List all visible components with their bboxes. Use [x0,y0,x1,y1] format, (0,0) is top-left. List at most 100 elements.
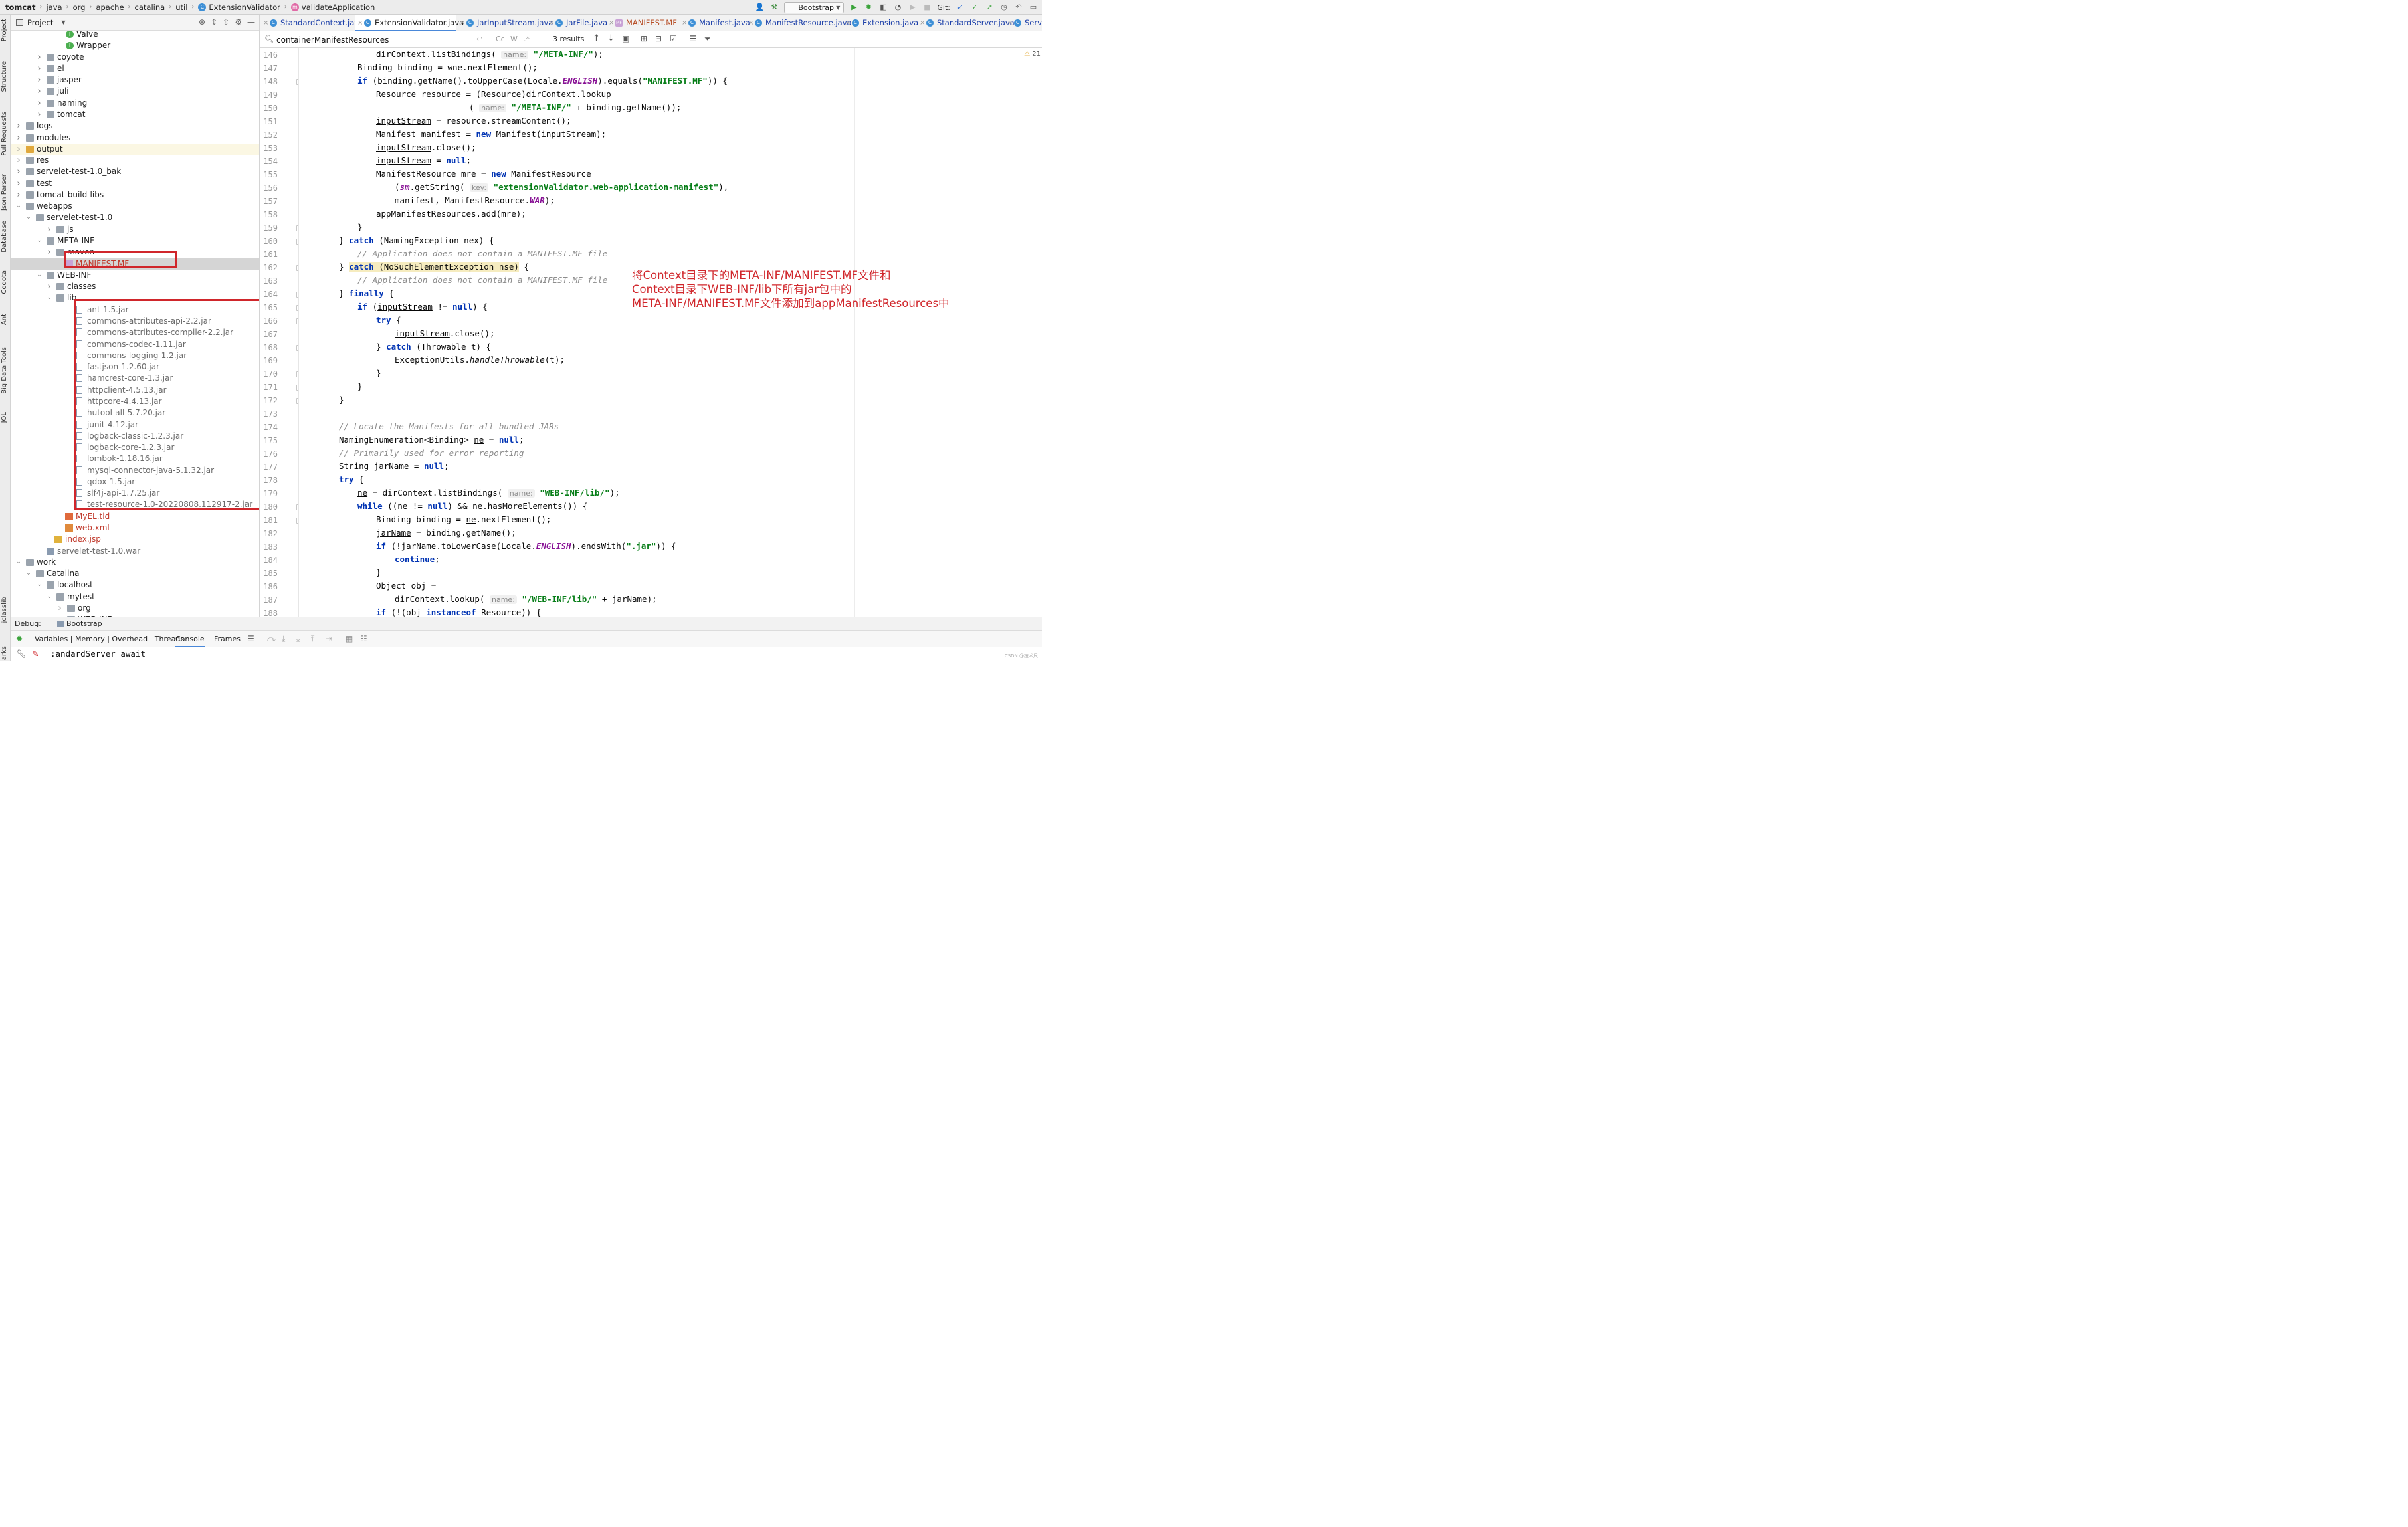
tree-item[interactable]: I Wrapper [11,40,259,51]
line-number[interactable]: 161 [260,248,278,261]
line-number[interactable]: 175 [260,434,278,447]
line-number[interactable]: 179 [260,487,278,500]
tree-item[interactable]: ⌄ servelet-test-1.0 [11,212,259,223]
clear-search-icon[interactable]: ↩ [476,35,482,43]
match-case-toggle[interactable]: Cc [496,35,505,43]
line-number[interactable]: 148 [260,75,278,88]
tree-item[interactable]: MANIFEST.MF [11,258,259,270]
build-hammer-icon[interactable]: ⚒ [769,3,779,12]
tree-item-jar[interactable]: slf4j-api-1.7.25.jar [11,488,259,499]
line-number[interactable]: 184 [260,554,278,567]
next-occurrence-icon[interactable]: ↓ [607,33,615,43]
line-number[interactable]: 154 [260,155,278,168]
line-number[interactable]: 156 [260,181,278,195]
user-icon[interactable]: 👤 [755,3,765,12]
step-over-icon[interactable]: ⤼ [267,634,276,644]
tree-item[interactable]: › res [11,155,259,166]
trace-icon[interactable]: ☷ [360,634,367,643]
tree-item[interactable]: › js [11,224,259,235]
tree-item[interactable]: MyEL.tld [11,511,259,522]
tree-item-jar[interactable]: qdox-1.5.jar [11,476,259,488]
line-number[interactable]: 187 [260,593,278,607]
line-number[interactable]: 186 [260,580,278,593]
chevron-right-icon[interactable]: › [36,98,43,109]
line-number[interactable]: 160 [260,235,278,248]
history-icon[interactable]: ◷ [999,3,1009,12]
tree-item-jar[interactable]: fastjson-1.2.60.jar [11,361,259,373]
close-icon[interactable]: × [682,15,687,31]
editor-tab[interactable]: × C Manifest.java [679,15,750,31]
line-number[interactable]: 153 [260,142,278,155]
project-panel-title[interactable]: Project [27,18,53,27]
tree-item-jar[interactable]: mysql-connector-java-5.1.32.jar [11,465,259,476]
tree-item-jar[interactable]: commons-codec-1.11.jar [11,339,259,350]
minimize-icon[interactable]: — [247,17,255,27]
tree-item[interactable]: › logs [11,120,259,132]
editor-tab[interactable]: × C Extension.java [843,15,918,31]
tool-tab-bookmarks[interactable]: arks [1,646,10,660]
remove-selection-icon[interactable]: ⊟ [655,34,662,43]
fold-marker-icon[interactable] [296,504,298,510]
line-number[interactable]: 147 [260,62,278,75]
fold-marker-icon[interactable] [296,292,298,298]
tool-tab-json-parser[interactable]: Json Parser [1,174,10,211]
search-input[interactable] [266,34,465,45]
profile-icon[interactable]: ◔ [893,3,902,12]
line-number[interactable]: 158 [260,208,278,221]
previous-occurrence-icon[interactable]: ↑ [593,33,600,43]
close-icon[interactable]: × [845,15,851,31]
coverage-icon[interactable]: ◧ [878,3,888,12]
line-number[interactable]: 155 [260,168,278,181]
fold-marker-icon[interactable] [296,318,298,324]
tree-item[interactable]: › naming [11,98,259,109]
editor-tab[interactable]: × C JarFile.java [546,15,607,31]
fold-marker-icon[interactable] [296,385,298,391]
chevron-down-icon[interactable]: ⌄ [36,235,43,247]
close-icon[interactable]: × [1007,15,1013,31]
tool-tab-database[interactable]: Database [1,221,10,253]
chevron-down-icon[interactable]: ⌄ [15,557,22,568]
tree-item[interactable]: › test [11,178,259,189]
line-number[interactable]: 174 [260,421,278,434]
chevron-right-icon[interactable]: › [46,247,52,258]
chevron-right-icon[interactable]: › [15,155,22,166]
evaluate-icon[interactable]: ▦ [346,634,353,643]
collapse-all-icon[interactable]: ⇳ [223,17,229,27]
code-editor[interactable]: ⚠ 21 dirContext.listBindings( name: "/ME… [300,48,1042,617]
tool-tab-codota[interactable]: Codota [1,270,10,294]
tree-item[interactable]: › servelet-test-1.0_bak [11,166,259,177]
tree-item[interactable]: › tomcat [11,109,259,120]
editor-tab[interactable]: × C ExtensionValidator.java [355,15,464,31]
tab-console[interactable]: Console [175,631,205,647]
chevron-right-icon[interactable]: › [46,224,52,235]
tree-item-jar[interactable]: commons-attributes-api-2.2.jar [11,316,259,327]
tree-item-jar[interactable]: commons-logging-1.2.jar [11,350,259,361]
menu-icon[interactable]: ☰ [247,634,254,643]
window-icon[interactable]: ▭ [1029,3,1038,12]
line-number[interactable]: 180 [260,500,278,514]
chevron-right-icon[interactable]: › [36,86,43,97]
breadcrumb-java[interactable]: java [46,3,62,12]
select-all-occurrences-icon[interactable]: ▣ [622,34,629,43]
breadcrumb-org[interactable]: org [73,3,86,12]
tree-item-jar[interactable]: httpclient-4.5.13.jar [11,385,259,396]
breadcrumb-tomcat[interactable]: tomcat [5,3,35,12]
tree-item[interactable]: › coyote [11,52,259,63]
line-number[interactable]: 172 [260,394,278,407]
resume-icon[interactable]: ▶ [908,3,917,12]
close-icon[interactable]: × [609,15,614,31]
tree-item[interactable]: ⌄ META-INF [11,235,259,247]
tab-frames[interactable]: Frames [214,631,241,647]
fold-marker-icon[interactable] [296,345,298,351]
tree-item[interactable]: › modules [11,132,259,144]
line-number[interactable]: 157 [260,195,278,208]
tab-variables-memory-overhead-threads[interactable]: Variables | Memory | Overhead | Threads [35,631,184,647]
run-to-cursor-icon[interactable]: ⇥ [326,634,332,643]
chevron-right-icon[interactable]: › [36,109,43,120]
tree-item[interactable]: ⌄ Catalina [11,568,259,579]
git-commit-icon[interactable]: ✓ [970,3,979,12]
editor-tab[interactable]: × C ManifestResource.java [746,15,852,31]
tree-item[interactable]: ⌄ webapps [11,201,259,212]
editor-tab[interactable]: × C StandardServer.java [917,15,1015,31]
chevron-down-icon[interactable]: ▼ [61,19,65,25]
